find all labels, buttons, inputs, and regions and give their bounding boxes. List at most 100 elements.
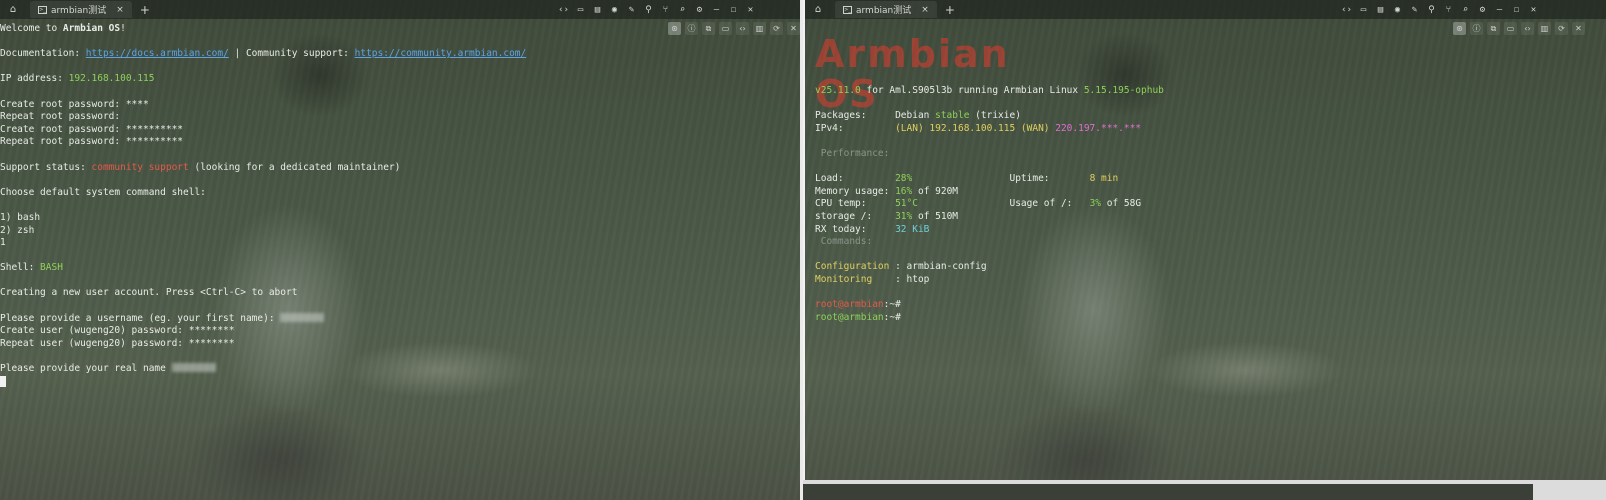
terminal-text: BASH	[40, 262, 63, 274]
terminal-text: Creating a new user account. Press <Ctrl…	[0, 287, 298, 299]
terminal-text: of 920M	[912, 185, 959, 197]
close-tab-icon[interactable]: ×	[921, 5, 929, 15]
terminal-text: 28%	[895, 173, 913, 185]
terminal-text: Create root password: ****	[0, 98, 149, 110]
close-icon[interactable]: ✕	[1528, 5, 1539, 15]
tab-armbian[interactable]: >_ armbian测试 ×	[835, 1, 937, 18]
terminal-text: Create user (wugeng20) password: *******…	[0, 325, 235, 337]
terminal-icon[interactable]: ▥	[1538, 22, 1551, 35]
close-icon[interactable]: ✕	[1572, 22, 1585, 35]
terminal-text: 32 KiB	[895, 223, 930, 235]
terminal-text: (LAN) 192.168.100.115 (WAN)	[895, 122, 1056, 134]
terminal-text: 3%	[1089, 198, 1102, 210]
pin-icon[interactable]: ⚲	[1426, 5, 1437, 15]
search-icon[interactable]: ⌕	[677, 5, 688, 15]
window-toolbar: ‹› ▭ ▤ ◉ ✎ ⚲ ⑂ ⌕ ⚙ — ☐ ✕	[558, 0, 756, 19]
fork-icon[interactable]: ⑂	[660, 5, 671, 15]
info-icon[interactable]: ⓘ	[1470, 22, 1483, 35]
terminal-output[interactable]: Welcome to Armbian OS! Documentation: htt…	[0, 23, 526, 388]
refresh-icon[interactable]: ⟳	[1555, 22, 1568, 35]
new-tab-icon[interactable]: +	[140, 3, 150, 17]
folder-icon[interactable]: ▭	[1358, 5, 1369, 15]
armbian-ascii-banner: Armbian OS	[815, 32, 1010, 116]
terminal-text: Support status:	[0, 161, 92, 173]
maximize-icon[interactable]: ☐	[728, 5, 739, 15]
terminal-text: (trixie)	[969, 110, 1021, 122]
terminal-line: Documentation: https://docs.armbian.com/…	[0, 48, 526, 61]
terminal-text: RX today:	[815, 223, 896, 235]
terminal-text: 31%	[895, 210, 913, 222]
terminal-text: community support	[91, 161, 189, 173]
terminal-text: :~#	[883, 299, 901, 311]
maximize-icon[interactable]: ☐	[1511, 5, 1522, 15]
terminal-text: Monitoring	[815, 273, 873, 285]
pin-icon[interactable]: ⚲	[643, 5, 654, 15]
terminal-line: storage /: 31% of 510M	[815, 211, 1164, 224]
terminal-subtoolbar: ⊛ ⓘ ⧉ ▭ ‹› ▥ ⟳ ✕	[668, 22, 800, 37]
terminal-output[interactable]: v25.11.0 for Aml.S905l3b running Armbian…	[815, 85, 1164, 324]
file-icon[interactable]: ▤	[1375, 5, 1386, 15]
home-icon[interactable]: ⌂	[6, 4, 20, 15]
folder-icon[interactable]: ▭	[575, 5, 586, 15]
fork-icon[interactable]: ⑂	[1443, 5, 1454, 15]
terminal-icon[interactable]: ▥	[753, 22, 766, 35]
terminal-text: root@armbian	[815, 299, 884, 311]
close-icon[interactable]: ✕	[745, 5, 756, 15]
pin-icon[interactable]: ⊛	[1453, 22, 1466, 35]
terminal-window-right[interactable]: ⌂ >_ armbian测试 × + ‹› ▭ ▤ ◉ ✎ ⚲ ⑂ ⌕ ⚙ — ☐ ✕ ⊛ ⓘ ⧉ ▭ ‹› ▥…	[803, 0, 1606, 500]
pen-icon[interactable]: ✎	[1409, 5, 1420, 15]
terminal-line: 1	[0, 237, 526, 250]
copy-icon[interactable]: ⧉	[1487, 22, 1500, 35]
terminal-line: Monitoring : htop	[815, 274, 1164, 287]
terminal-text: Repeat root password:	[0, 111, 121, 123]
terminal-cursor	[0, 375, 6, 387]
terminal-link[interactable]: https://docs.armbian.com/	[86, 48, 229, 59]
terminal-link[interactable]: https://community.armbian.com/	[355, 48, 527, 59]
code-icon[interactable]: ‹›	[736, 22, 749, 35]
new-tab-icon[interactable]: +	[945, 3, 955, 17]
code-icon[interactable]: ‹›	[1341, 5, 1352, 15]
home-icon[interactable]: ⌂	[811, 4, 825, 15]
record-icon[interactable]: ◉	[1392, 5, 1403, 15]
refresh-icon[interactable]: ⟳	[770, 22, 783, 35]
code-icon[interactable]: ‹›	[558, 5, 569, 15]
terminal-line: Commands:	[815, 236, 1164, 249]
terminal-text: Performance:	[815, 147, 890, 159]
terminal-text: Usage of /:	[917, 198, 1090, 210]
gear-icon[interactable]: ⚙	[694, 5, 705, 15]
copy-icon[interactable]: ⧉	[702, 22, 715, 35]
folder-icon[interactable]: ▭	[1504, 22, 1517, 35]
minimize-icon[interactable]: —	[1494, 5, 1505, 15]
terminal-text: Packages: Debian	[815, 110, 936, 122]
record-icon[interactable]: ◉	[609, 5, 620, 15]
search-icon[interactable]: ⌕	[1460, 5, 1471, 15]
terminal-line: Create root password: **********	[0, 124, 526, 137]
terminal-window-left[interactable]: ⌂ >_ armbian测试 × + ‹› ▭ ▤ ◉ ✎ ⚲ ⑂ ⌕ ⚙ — ☐ ✕ ⊛ ⓘ ⧉ ▭ ‹› ▥…	[0, 0, 800, 500]
gear-icon[interactable]: ⚙	[1477, 5, 1488, 15]
terminal-text: CPU temp:	[815, 198, 896, 210]
minimize-icon[interactable]: —	[711, 5, 722, 15]
terminal-text: root@armbian	[815, 311, 884, 323]
terminal-text: IP address:	[0, 73, 69, 85]
info-icon[interactable]: ⓘ	[685, 22, 698, 35]
close-icon[interactable]: ✕	[787, 22, 800, 35]
pin-icon[interactable]: ⊛	[668, 22, 681, 35]
terminal-line: RX today: 32 KiB	[815, 224, 1164, 237]
pen-icon[interactable]: ✎	[626, 5, 637, 15]
terminal-line: CPU temp: 51°C Usage of /: 3% of 58G	[815, 198, 1164, 211]
code-icon[interactable]: ‹›	[1521, 22, 1534, 35]
close-tab-icon[interactable]: ×	[116, 5, 124, 15]
terminal-line: Repeat root password:	[0, 111, 526, 124]
folder-icon[interactable]: ▭	[719, 22, 732, 35]
terminal-subtoolbar: ⊛ ⓘ ⧉ ▭ ‹› ▥ ⟳ ✕	[1453, 22, 1585, 37]
terminal-text: : htop	[872, 273, 930, 285]
terminal-line: Memory usage: 16% of 920M	[815, 186, 1164, 199]
file-icon[interactable]: ▤	[592, 5, 603, 15]
tab-armbian[interactable]: >_ armbian测试 ×	[30, 1, 132, 18]
